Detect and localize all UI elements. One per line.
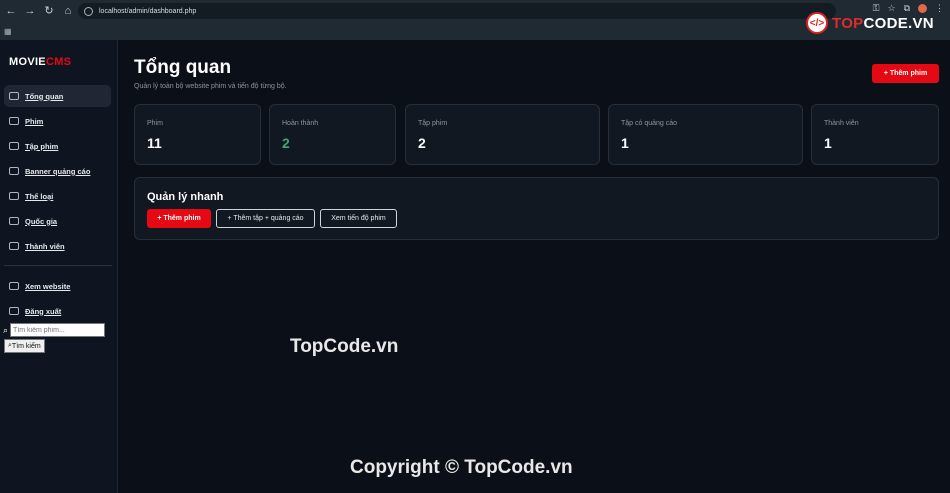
sidebar-item-episodes[interactable]: Tập phim — [4, 135, 111, 157]
forward-arrow-icon[interactable]: → — [22, 3, 38, 19]
sidebar-item-genres[interactable]: Thể loại — [4, 185, 111, 207]
page-title: Tổng quan — [134, 57, 232, 78]
sidebar-item-overview[interactable]: Tổng quan — [4, 85, 111, 107]
stat-card-members: Thành viên 1 — [811, 104, 939, 165]
apps-grid-icon[interactable]: ▦ — [4, 27, 12, 36]
copyright-watermark: Copyright © TopCode.vn — [350, 457, 573, 478]
menu-icon[interactable]: ⋮ — [935, 3, 944, 14]
sidebar-item-view-website[interactable]: Xem website — [4, 275, 111, 297]
search-row: ⌕ — [3, 323, 106, 337]
stat-label: Tập phim — [418, 120, 448, 127]
search-icon: ⌕ — [3, 324, 9, 335]
page-subtitle: Quản lý toàn bộ website phim và tiến độ … — [134, 83, 287, 90]
external-link-icon — [9, 282, 19, 290]
topcode-logo: </> TOPCODE.VN — [806, 12, 934, 34]
main-content: Tổng quan Quản lý toàn bộ website phim v… — [119, 40, 950, 493]
add-movie-button[interactable]: + Thêm phim — [872, 64, 939, 83]
address-bar[interactable]: localhost/admin/dashboard.php — [78, 3, 836, 19]
sidebar: MOVIECMS Tổng quan Phim Tập phim Banner … — [0, 40, 118, 493]
users-icon — [9, 242, 19, 250]
stat-value: 1 — [824, 135, 832, 151]
stat-card-movies: Phim 11 — [134, 104, 261, 165]
sidebar-nav: Tổng quan Phim Tập phim Banner quảng cáo… — [4, 85, 111, 260]
reload-icon[interactable]: ↻ — [41, 3, 57, 19]
grid-icon — [9, 192, 19, 200]
search-input[interactable] — [10, 323, 106, 337]
quick-add-movie-button[interactable]: + Thêm phim — [147, 209, 211, 228]
site-info-icon[interactable] — [84, 6, 93, 16]
banner-icon — [9, 167, 19, 175]
logout-icon — [9, 307, 19, 315]
brand-logo[interactable]: MOVIECMS — [9, 56, 71, 68]
stat-value: 2 — [418, 135, 426, 151]
quick-view-progress-button[interactable]: Xem tiến độ phim — [320, 209, 397, 228]
sidebar-item-movies[interactable]: Phim — [4, 110, 111, 132]
stat-value: 11 — [147, 135, 162, 151]
stat-value: 2 — [282, 135, 290, 151]
stat-label: Phim — [147, 120, 163, 127]
stat-label: Thành viên — [824, 120, 859, 127]
quick-actions-panel: Quản lý nhanh + Thêm phim + Thêm tập + q… — [134, 177, 939, 240]
stat-card-ad-episodes: Tập có quảng cáo 1 — [608, 104, 803, 165]
quick-add-episode-ad-button[interactable]: + Thêm tập + quảng cáo — [216, 209, 315, 228]
home-icon[interactable]: ⌂ — [60, 3, 76, 19]
search-button[interactable]: ⌕ Tìm kiếm — [4, 339, 45, 353]
film-icon — [9, 117, 19, 125]
stat-card-completed: Hoàn thành 2 — [269, 104, 396, 165]
stat-label: Tập có quảng cáo — [621, 120, 678, 127]
stat-card-episodes: Tập phim 2 — [405, 104, 600, 165]
stat-value: 1 — [621, 135, 629, 151]
topcode-wordmark: TOPCODE.VN — [832, 14, 934, 32]
sidebar-item-members[interactable]: Thành viên — [4, 235, 111, 257]
watermark-text: TopCode.vn — [290, 336, 399, 357]
sidebar-item-banners[interactable]: Banner quảng cáo — [4, 160, 111, 182]
topcode-mark-icon: </> — [806, 12, 828, 34]
sidebar-secondary-nav: Xem website Đăng xuất — [4, 275, 111, 325]
stat-label: Hoàn thành — [282, 120, 319, 127]
dashboard-icon — [9, 92, 19, 100]
play-icon — [9, 142, 19, 150]
sidebar-divider — [4, 265, 112, 266]
url-text: localhost/admin/dashboard.php — [99, 7, 197, 15]
quick-actions-title: Quản lý nhanh — [147, 191, 224, 203]
globe-icon — [9, 217, 19, 225]
sidebar-item-logout[interactable]: Đăng xuất — [4, 300, 111, 322]
sidebar-item-countries[interactable]: Quốc gia — [4, 210, 111, 232]
back-arrow-icon[interactable]: ← — [3, 3, 19, 19]
